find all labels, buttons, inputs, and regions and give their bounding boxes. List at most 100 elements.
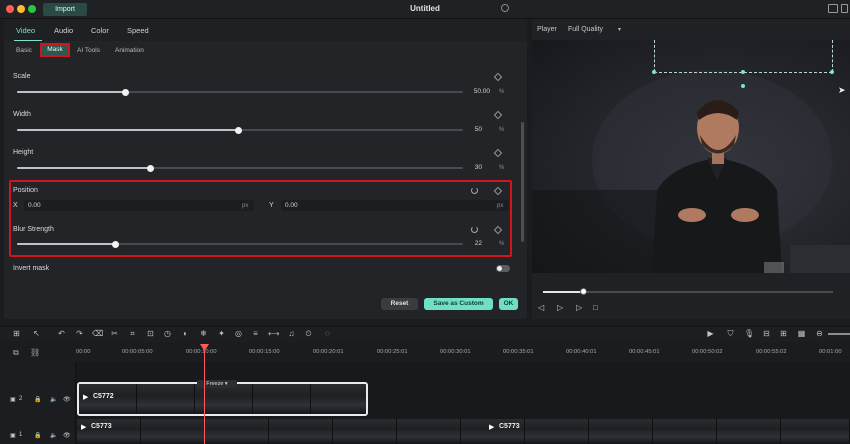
track-2-number: 2 — [19, 396, 23, 402]
clip-thumbnail — [717, 419, 781, 444]
ok-button[interactable]: OK — [499, 298, 518, 310]
link-icon[interactable]: ⛓ — [30, 348, 40, 357]
project-info-icon[interactable] — [501, 4, 509, 12]
blur-value[interactable]: 22 — [458, 239, 482, 249]
track-1-mute-icon[interactable]: 🔈 — [50, 432, 57, 439]
speed-icon[interactable]: ◷ — [163, 329, 172, 338]
timer-icon[interactable]: ⏲ — [304, 329, 313, 338]
track-2-visibility-icon[interactable]: 👁 — [63, 396, 71, 403]
clip-play-icon: ▶ — [81, 424, 87, 431]
playhead-line[interactable] — [204, 344, 205, 444]
render-icon[interactable]: ▶ — [706, 329, 715, 338]
timecode: 00:00 — [76, 349, 91, 355]
undo-icon[interactable]: ↶ — [57, 329, 66, 338]
blur-unit: % — [499, 241, 505, 247]
blur-reset-icon[interactable] — [471, 226, 478, 233]
crop-icon[interactable]: ⌗ — [128, 329, 137, 338]
scale-value[interactable]: 50.00 — [466, 87, 490, 97]
chevron-down-icon[interactable]: ▾ — [618, 26, 621, 33]
invert-mask-label: Invert mask — [13, 265, 50, 272]
tab-color[interactable]: Color — [91, 26, 109, 35]
grid-icon[interactable]: ▦ — [797, 329, 806, 338]
clip-play-icon: ▶ — [83, 394, 89, 401]
position-reset-icon[interactable] — [471, 187, 478, 194]
blur-slider-knob[interactable] — [112, 241, 119, 248]
minimize-window-button[interactable] — [17, 5, 25, 13]
track-1-lock-icon[interactable]: 🔒 — [34, 432, 41, 439]
timecode: 00:00:15:00 — [249, 349, 280, 355]
reset-button[interactable]: Reset — [381, 298, 418, 310]
close-window-button[interactable] — [6, 5, 14, 13]
prev-frame-icon[interactable]: ◁ — [538, 303, 544, 312]
mask-rotate-handle[interactable] — [741, 84, 745, 88]
fullscreen-icon[interactable] — [841, 4, 848, 13]
clip-thumbnail — [137, 384, 195, 414]
subtab-animation[interactable]: Animation — [115, 47, 144, 54]
video-preview[interactable] — [532, 40, 850, 273]
shield-icon[interactable]: ⛉ — [726, 329, 735, 338]
subtab-mask[interactable]: Mask — [40, 43, 70, 57]
redo-icon[interactable]: ↷ — [75, 329, 84, 338]
height-slider-knob[interactable] — [147, 165, 154, 172]
trim-icon[interactable]: ⟷ — [268, 329, 279, 338]
height-slider-fill — [17, 167, 150, 169]
crop-frame-icon[interactable]: ⊡ — [146, 329, 155, 338]
position-x-field[interactable]: 0.00 — [24, 200, 254, 211]
clip-thumbnail — [253, 384, 311, 414]
inspector-scrollbar[interactable] — [521, 122, 524, 242]
quality-dropdown[interactable]: Full Quality — [568, 26, 603, 33]
tab-audio[interactable]: Audio — [54, 26, 73, 35]
snapshot-icon[interactable]: ⊟ — [762, 329, 771, 338]
adjust-icon[interactable]: ≡ — [251, 329, 260, 338]
video-clip-lower[interactable]: ▶ C5773 ▶ C5773 — [77, 419, 850, 444]
select-tool-icon[interactable]: ↖ — [32, 329, 41, 338]
position-x-label: X — [13, 202, 18, 209]
ai-icon[interactable]: ✦ — [217, 329, 226, 338]
width-slider-knob[interactable] — [235, 127, 242, 134]
add-track-icon[interactable]: ⧉ — [13, 348, 19, 358]
mask-handle-bottom[interactable] — [741, 70, 745, 74]
playback-scrubber[interactable] — [580, 288, 587, 295]
freeze-icon[interactable]: ❄ — [199, 329, 208, 338]
more-icon[interactable]: ◌ — [323, 329, 332, 338]
scale-unit: % — [499, 89, 505, 95]
step-back-icon[interactable]: ▷ — [557, 303, 563, 312]
player-label: Player — [537, 26, 557, 33]
subtitle-icon[interactable]: ⊞ — [779, 329, 788, 338]
stop-icon[interactable]: □ — [593, 303, 598, 312]
zoom-slider[interactable] — [828, 333, 850, 335]
split-icon[interactable]: ✂ — [110, 329, 119, 338]
color-icon[interactable]: ◐ — [181, 329, 190, 338]
track-2-mute-icon[interactable]: 🔈 — [50, 396, 57, 403]
height-value[interactable]: 30 — [458, 163, 482, 173]
stabilize-icon[interactable]: ◎ — [234, 329, 243, 338]
position-y-field[interactable]: 0.00 — [281, 200, 509, 211]
import-button[interactable]: Import — [43, 3, 87, 16]
play-icon[interactable]: ▷ — [576, 303, 582, 312]
subtab-ai-tools[interactable]: AI Tools — [77, 47, 100, 54]
clip-thumbnail — [311, 384, 366, 414]
layout-icon[interactable] — [828, 4, 838, 13]
tab-video[interactable]: Video — [16, 26, 35, 35]
tab-speed[interactable]: Speed — [127, 26, 149, 35]
maximize-window-button[interactable] — [28, 5, 36, 13]
layout-grid-icon[interactable]: ⊞ — [12, 329, 21, 338]
track-1-visibility-icon[interactable]: 👁 — [63, 432, 71, 439]
mask-handle-br[interactable] — [830, 70, 834, 74]
timecode: 00:00:20:01 — [313, 349, 344, 355]
scale-slider-knob[interactable] — [122, 89, 129, 96]
delete-icon[interactable]: ⌫ — [92, 329, 103, 338]
clip-thumbnail — [205, 419, 269, 444]
save-as-custom-button[interactable]: Save as Custom — [424, 298, 493, 310]
active-tab-indicator — [14, 40, 42, 41]
subtab-basic[interactable]: Basic — [16, 47, 32, 54]
clip-thumbnail — [269, 419, 333, 444]
track-2-lock-icon[interactable]: 🔒 — [34, 396, 41, 403]
mic-icon[interactable]: 🎙 — [744, 329, 754, 338]
width-value[interactable]: 50 — [458, 125, 482, 135]
freeze-tag[interactable]: Freeze ▾ — [197, 380, 237, 388]
blur-slider-fill — [17, 243, 115, 245]
audio-icon[interactable]: ♫ — [287, 329, 296, 338]
mask-handle-bl[interactable] — [652, 70, 656, 74]
zoom-out-icon[interactable]: ⊖ — [815, 329, 824, 338]
